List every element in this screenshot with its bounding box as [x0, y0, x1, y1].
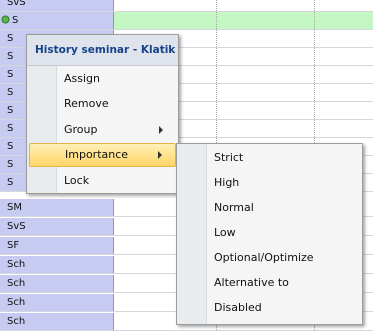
menu-item-label: Remove	[64, 97, 109, 110]
submenu-item-strict[interactable]: Strict	[179, 146, 360, 170]
menu-item-assign[interactable]: Assign	[29, 67, 176, 91]
grid-row-selected[interactable]: S	[0, 12, 373, 30]
menu-item-label: Normal	[214, 201, 254, 214]
submenu-arrow-icon	[159, 126, 163, 134]
submenu-item-alternative-to[interactable]: Alternative to	[179, 271, 360, 295]
submenu-item-high[interactable]: High	[179, 171, 360, 195]
menu-item-label: Alternative to	[214, 276, 289, 289]
row-header[interactable]: S	[0, 12, 114, 29]
menu-item-remove[interactable]: Remove	[29, 92, 176, 116]
row-header[interactable]: Sch	[0, 275, 114, 292]
menu-item-label: Optional/Optimize	[214, 251, 314, 264]
submenu-arrow-icon	[158, 151, 162, 159]
row-header[interactable]: Sch	[0, 294, 114, 311]
menu-item-label: Lock	[64, 174, 90, 187]
row-status-icon	[1, 15, 10, 24]
menu-item-label: Strict	[214, 151, 244, 164]
row-header[interactable]: SvS	[0, 218, 114, 235]
menu-item-label: High	[214, 176, 240, 189]
menu-item-lock[interactable]: Lock	[29, 169, 176, 193]
row-header[interactable]: Sch	[0, 313, 114, 330]
submenu-item-disabled[interactable]: Disabled	[179, 296, 360, 320]
row-header[interactable]: SvS	[0, 0, 114, 11]
row-header[interactable]: Sch	[0, 256, 114, 273]
menu-item-label: Importance	[65, 148, 129, 161]
submenu-item-low[interactable]: Low	[179, 221, 360, 245]
menu-item-label: Assign	[64, 72, 100, 85]
menu-item-label: Disabled	[214, 301, 262, 314]
menu-item-label: Group	[64, 123, 98, 136]
row-cells[interactable]	[114, 0, 373, 11]
importance-submenu: Strict High Normal Low Optional/Optimize…	[176, 143, 363, 325]
row-header[interactable]: SF	[0, 237, 114, 254]
submenu-item-normal[interactable]: Normal	[179, 196, 360, 220]
context-menu-title: History seminar - Klatik	[27, 35, 178, 66]
context-menu: History seminar - Klatik Assign Remove G…	[26, 34, 179, 194]
menu-item-importance[interactable]: Importance	[29, 143, 176, 167]
menu-item-label: Low	[214, 226, 236, 239]
submenu-item-optional-optimize[interactable]: Optional/Optimize	[179, 246, 360, 270]
grid-row[interactable]: SvS	[0, 0, 373, 12]
menu-item-group[interactable]: Group	[29, 118, 176, 142]
row-header[interactable]: SM	[0, 199, 114, 216]
row-cells[interactable]	[114, 12, 373, 29]
